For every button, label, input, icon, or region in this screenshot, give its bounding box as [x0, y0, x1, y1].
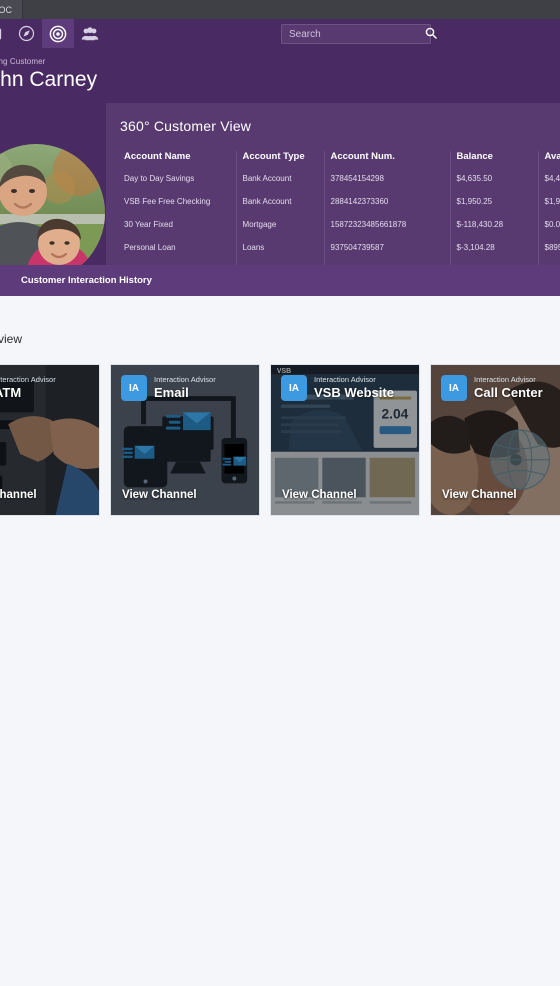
cell-available: $1,950.25 — [544, 197, 560, 206]
cell-balance: $-118,430.28 — [450, 220, 539, 243]
nav-item-compass[interactable] — [10, 19, 42, 48]
accounts-table: Account Name Account Type Account Num. B… — [118, 151, 560, 266]
channel-card-call-center[interactable]: IA Interaction Advisor Call Center View … — [430, 364, 560, 516]
card-header: IA Interaction Advisor Call Center — [441, 375, 543, 401]
people-icon — [81, 26, 99, 42]
nav-item-audiences[interactable] — [74, 19, 106, 48]
cell-balance: $-3,104.28 — [450, 243, 539, 266]
card-title: VSB Website — [314, 385, 394, 400]
cell-account-name: Personal Loan — [118, 243, 237, 266]
card-kicker: Interaction Advisor — [314, 375, 376, 384]
search-box[interactable] — [281, 24, 437, 44]
card-title: Email — [154, 385, 189, 400]
cell-account-name: 30 Year Fixed — [118, 220, 237, 243]
cell-account-num: 2884142373360 — [324, 197, 451, 220]
card-title: Call Center — [474, 385, 543, 400]
table-row[interactable]: Day to Day Savings Bank Account 37845415… — [118, 174, 560, 197]
table-row[interactable]: VSB Fee Free Checking Bank Account 28841… — [118, 197, 560, 220]
channel-card-list: IA Interaction Advisor ATM View Channel — [0, 364, 560, 516]
cell-balance: $1,950.25 — [450, 197, 539, 220]
customer-header-region: Banking Customer John Carney — [0, 48, 560, 296]
table-row[interactable]: Personal Loan Loans 937504739587 $-3,104… — [118, 243, 560, 266]
column-header-account-num: Account Num. — [324, 151, 451, 174]
search-input[interactable] — [282, 28, 425, 40]
card-kicker: Interaction Advisor — [474, 375, 536, 384]
cell-account-num: 937504739587 — [324, 243, 451, 266]
customer-name: John Carney — [0, 68, 98, 91]
compass-icon — [18, 25, 35, 42]
panel-title: 360° Customer View — [120, 118, 252, 134]
view-channel-button[interactable]: View Channel — [0, 489, 37, 501]
cell-account-name: VSB Fee Free Checking — [118, 197, 237, 220]
window-tab-label: g Suite POC — [0, 4, 13, 15]
cell-account-type: Bank Account — [236, 174, 325, 197]
cell-account-num: 15872323485661878 — [324, 220, 451, 243]
calculator-icon — [0, 26, 2, 42]
avatar — [0, 144, 105, 282]
column-header-account-type: Account Type — [236, 151, 325, 174]
cell-account-num: 378454154298 — [324, 174, 451, 197]
search-submit-button[interactable] — [425, 25, 437, 43]
cell-account-name: Day to Day Savings — [118, 174, 237, 197]
customer-interaction-history-label: Customer Interaction History — [21, 275, 152, 286]
card-header: IA Interaction Advisor Email — [121, 375, 216, 401]
customer-interaction-history-bar[interactable]: Customer Interaction History — [0, 265, 560, 296]
window-titlebar: g Suite POC — [0, 0, 560, 19]
card-kicker: Interaction Advisor — [154, 375, 216, 384]
cell-available: $4,435.40 — [544, 174, 560, 183]
nav-item-interaction-advisor[interactable] — [42, 19, 74, 48]
customer-identity: Banking Customer John Carney — [0, 57, 108, 93]
customer-kicker: Banking Customer — [0, 57, 46, 66]
table-row[interactable]: 30 Year Fixed Mortgage 15872323485661878… — [118, 220, 560, 243]
view-channel-button[interactable]: View Channel — [442, 489, 517, 501]
search-icon — [425, 27, 437, 42]
navbar-icon-group — [0, 19, 106, 48]
cell-available: $0.00 — [544, 220, 560, 229]
card-header: IA Interaction Advisor ATM — [0, 375, 56, 401]
view-channel-button[interactable]: View Channel — [282, 489, 357, 501]
channel-card-email[interactable]: IA Interaction Advisor Email View Channe… — [110, 364, 260, 516]
ia-badge-icon: IA — [441, 375, 467, 401]
overview-section-label: Overview — [0, 332, 23, 346]
top-navbar — [0, 19, 560, 48]
ia-badge-icon: IA — [281, 375, 307, 401]
column-header-available: Available — [544, 151, 560, 162]
column-header-account-name: Account Name — [118, 151, 237, 174]
channel-card-vsb-website[interactable]: VSB 2.04 IA Interaction Advisor VSB Webs… — [270, 364, 420, 516]
cell-account-type: Loans — [236, 243, 325, 266]
view-channel-button[interactable]: View Channel — [122, 489, 197, 501]
cell-available: $895.72 — [544, 243, 560, 252]
card-title: ATM — [0, 385, 22, 400]
customer-360-panel: 360° Customer View Account Name Account … — [106, 103, 560, 279]
card-kicker: Interaction Advisor — [0, 375, 56, 384]
cell-account-type: Mortgage — [236, 220, 325, 243]
column-header-balance: Balance — [450, 151, 539, 174]
main-content: Overview I — [0, 296, 560, 986]
cell-account-type: Bank Account — [236, 197, 325, 220]
card-header: IA Interaction Advisor VSB Website — [281, 375, 394, 401]
nav-item-calculator[interactable] — [0, 19, 10, 48]
ia-badge-icon: IA — [121, 375, 147, 401]
table-header-row: Account Name Account Type Account Num. B… — [118, 151, 560, 174]
target-icon — [49, 25, 67, 43]
window-tab[interactable]: g Suite POC — [0, 0, 24, 19]
cell-balance: $4,635.50 — [450, 174, 539, 197]
channel-card-atm[interactable]: IA Interaction Advisor ATM View Channel — [0, 364, 100, 516]
